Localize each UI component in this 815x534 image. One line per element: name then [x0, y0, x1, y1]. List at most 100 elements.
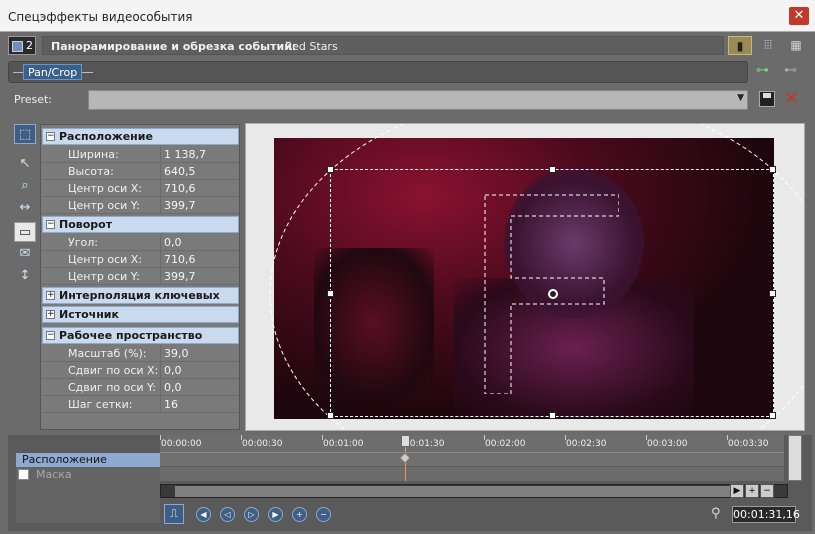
property-value[interactable]: 399,7 [160, 268, 239, 284]
section-workspace[interactable]: − Рабочее пространство [42, 327, 239, 344]
horizontal-scrollbar[interactable] [160, 484, 788, 498]
vertical-scrollbar[interactable] [788, 435, 802, 481]
ruler-tick: 00:02:00 [485, 439, 526, 449]
time-display[interactable]: 00:01:31,16 [732, 506, 800, 523]
view-columns-icon[interactable]: ⦙⦙⦙ [756, 36, 780, 55]
resize-handle[interactable] [769, 166, 776, 173]
time-ruler[interactable]: 00:00:00 00:00:30 00:01:00 00:01:30 00:0… [160, 435, 784, 453]
close-button[interactable]: ✕ [789, 7, 809, 25]
event-name-bar: Панорамирование и обрезка событий: Red S… [42, 36, 724, 55]
section-title: Рабочее пространство [59, 329, 203, 342]
keyframe-timeline: Расположение Маска 00:00:00 00:00:30 00:… [8, 435, 812, 531]
position-icon[interactable]: ▭ [14, 222, 36, 242]
property-name: Центр оси X: [68, 182, 143, 195]
resize-handle[interactable] [769, 290, 776, 297]
ruler-tick: 00:00:30 [242, 439, 283, 449]
resize-handle[interactable] [549, 166, 556, 173]
track-number: 2 [26, 39, 33, 52]
fx-label: Панорамирование и обрезка событий: [51, 40, 297, 53]
preset-label: Preset: [14, 93, 53, 106]
resize-handle[interactable] [327, 166, 334, 173]
property-row: Сдвиг по оси X: 0,0 [42, 362, 239, 379]
property-value[interactable]: 399,7 [160, 197, 239, 213]
sync-cursor-icon[interactable]: ↕ [14, 266, 36, 286]
plugin-pan-crop[interactable]: Pan/Crop [23, 64, 83, 80]
property-value[interactable]: 710,6 [160, 180, 239, 196]
plugin-chain-icon[interactable]: ⊶ [756, 63, 769, 78]
first-keyframe-button[interactable]: ◀ [196, 507, 211, 522]
keyframe-lane-mask[interactable] [160, 467, 784, 481]
property-value[interactable]: 16 [160, 396, 239, 412]
property-value[interactable]: 0,0 [160, 379, 239, 395]
resize-handle[interactable] [769, 412, 776, 419]
scroll-right-button[interactable]: ▶ [730, 484, 744, 498]
playhead-handle[interactable] [401, 435, 410, 447]
save-preset-icon[interactable] [759, 91, 775, 107]
next-keyframe-button[interactable]: ▷ [244, 507, 259, 522]
keyframe-toolbar: ⎍ ◀ ◁ ▷ ▶ + − [160, 503, 584, 525]
window-title: Спецэффекты видеособытия [8, 10, 193, 24]
resize-handle[interactable] [327, 290, 334, 297]
property-name: Шаг сетки: [68, 398, 133, 411]
event-header: 2 Панорамирование и обрезка событий: Red… [8, 36, 812, 56]
ruler-tick: 00:03:30 [728, 439, 769, 449]
ruler-tick: 00:03:00 [647, 439, 688, 449]
expand-icon[interactable]: + [46, 291, 55, 300]
plugin-chain: Pan/Crop [8, 61, 748, 83]
property-row: Центр оси Y: 399,7 [42, 268, 239, 285]
zoom-in-button[interactable]: + [745, 484, 759, 498]
track-position[interactable]: Расположение [16, 453, 160, 467]
delete-keyframe-button[interactable]: − [316, 507, 331, 522]
ruler-tick: 00:02:30 [566, 439, 607, 449]
scroll-thumb[interactable] [175, 486, 731, 497]
collapse-icon[interactable]: − [46, 331, 55, 340]
remove-plugin-icon[interactable]: ⊷ [784, 63, 797, 78]
preset-dropdown[interactable]: ▼ [88, 90, 748, 110]
property-value[interactable]: 1 138,7 [160, 146, 239, 162]
zoom-out-button[interactable]: − [760, 484, 774, 498]
envelope-icon[interactable]: ✉ [14, 244, 36, 264]
pointer-icon[interactable]: ↖ [14, 154, 36, 174]
property-value[interactable]: 39,0 [160, 345, 239, 361]
track-mask[interactable]: Маска [16, 468, 160, 482]
section-title: Поворот [59, 218, 113, 231]
view-grid-icon[interactable]: ▦ [784, 36, 808, 55]
expand-icon[interactable]: + [46, 310, 55, 319]
prev-keyframe-button[interactable]: ◁ [220, 507, 235, 522]
ruler-tick: 00:01:30 [404, 439, 445, 449]
property-name: Центр оси X: [68, 253, 143, 266]
last-keyframe-button[interactable]: ▶ [268, 507, 283, 522]
property-value[interactable]: 640,5 [160, 163, 239, 179]
property-row: Ширина: 1 138,7 [42, 146, 239, 163]
section-interpolation[interactable]: +Интерполяция ключевых ка... [42, 287, 239, 317]
keyframe-lane-position[interactable] [160, 453, 784, 466]
section-source[interactable]: + Источник [42, 306, 239, 323]
property-value[interactable]: 0,0 [160, 362, 239, 378]
delete-preset-icon[interactable]: ✕ [784, 88, 799, 109]
property-name: Масштаб (%): [68, 347, 147, 360]
track-indicator: 2 [8, 36, 36, 55]
properties-panel: − Расположение Ширина: 1 138,7 Высота: 640,… [40, 124, 240, 430]
pan-crop-workspace[interactable] [245, 123, 805, 431]
normal-edit-icon[interactable]: ⬚ [14, 124, 36, 144]
section-position[interactable]: − Расположение [42, 128, 239, 145]
property-row: Масштаб (%): 39,0 [42, 345, 239, 362]
collapse-icon[interactable]: − [46, 220, 55, 229]
property-row: Центр оси Y: 399,7 [42, 197, 239, 214]
sync-cursor-button[interactable]: ⎍ [164, 504, 184, 524]
move-icon[interactable]: ↔ [14, 198, 36, 218]
section-rotation[interactable]: − Поворот [42, 216, 239, 233]
view-single-icon[interactable]: ▮ [728, 36, 752, 55]
collapse-icon[interactable]: − [46, 132, 55, 141]
resize-handle[interactable] [327, 412, 334, 419]
property-name: Угол: [68, 236, 98, 249]
pin-icon[interactable]: ⚲ [711, 506, 721, 521]
property-name: Центр оси Y: [68, 270, 140, 283]
add-keyframe-button[interactable]: + [292, 507, 307, 522]
center-point-handle[interactable] [548, 289, 558, 299]
property-value[interactable]: 0,0 [160, 234, 239, 250]
resize-handle[interactable] [549, 412, 556, 419]
section-title: Расположение [59, 130, 153, 143]
zoom-icon[interactable]: ⌕ [14, 176, 36, 196]
property-value[interactable]: 710,6 [160, 251, 239, 267]
